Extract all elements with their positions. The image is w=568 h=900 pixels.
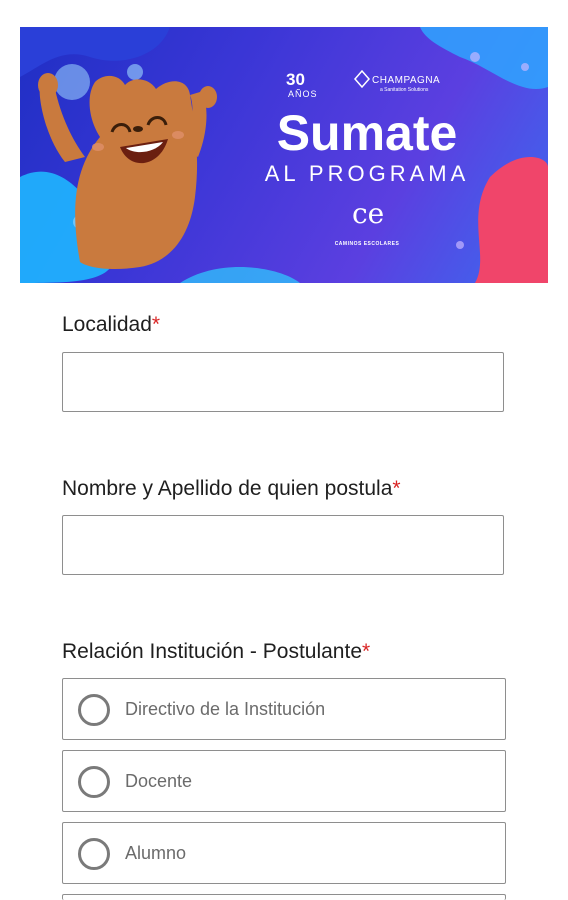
nombre-input[interactable] <box>62 515 504 575</box>
logo-30-years: 30 <box>286 70 305 89</box>
radio-option-label: Directivo de la Institución <box>125 699 326 719</box>
localidad-label: Localidad* <box>62 312 160 338</box>
caminos-escolares-text: CAMINOS ESCOLARES <box>334 241 400 247</box>
brand-logo-text: CHAMPAGNA <box>372 75 441 86</box>
radio-option-docente[interactable]: Docente <box>62 750 506 812</box>
localidad-label-text: Localidad <box>62 313 152 336</box>
banner-subtitle: AL PROGRAMA <box>264 161 470 186</box>
radio-option-label: Alumno <box>125 843 187 863</box>
caminos-escolares-logo: ce <box>352 197 385 230</box>
required-asterisk: * <box>392 477 401 500</box>
relacion-label-text: Relación Institución - Postulante <box>62 640 362 663</box>
banner-title: Sumate <box>276 105 458 161</box>
radio-option-alumno[interactable]: Alumno <box>62 822 506 884</box>
radio-button-icon[interactable] <box>78 766 110 798</box>
logo-anos: AÑOS <box>288 89 318 99</box>
localidad-input[interactable] <box>62 352 504 412</box>
program-banner: 30 AÑOS CHAMPAGNA a Sanitation Solutions… <box>20 27 548 283</box>
required-asterisk: * <box>362 640 371 663</box>
relacion-label: Relación Institución - Postulante* <box>62 639 370 665</box>
radio-option-partial[interactable] <box>62 894 506 900</box>
radio-option-label: Docente <box>125 771 193 791</box>
radio-button-icon[interactable] <box>78 838 110 870</box>
brand-logo-subtext: a Sanitation Solutions <box>380 87 429 93</box>
nombre-label: Nombre y Apellido de quien postula* <box>62 476 401 502</box>
required-asterisk: * <box>151 313 161 336</box>
radio-option-directivo[interactable]: Directivo de la Institución <box>62 678 506 740</box>
nombre-label-text: Nombre y Apellido de quien postula <box>62 477 393 500</box>
radio-button-icon[interactable] <box>78 694 110 726</box>
